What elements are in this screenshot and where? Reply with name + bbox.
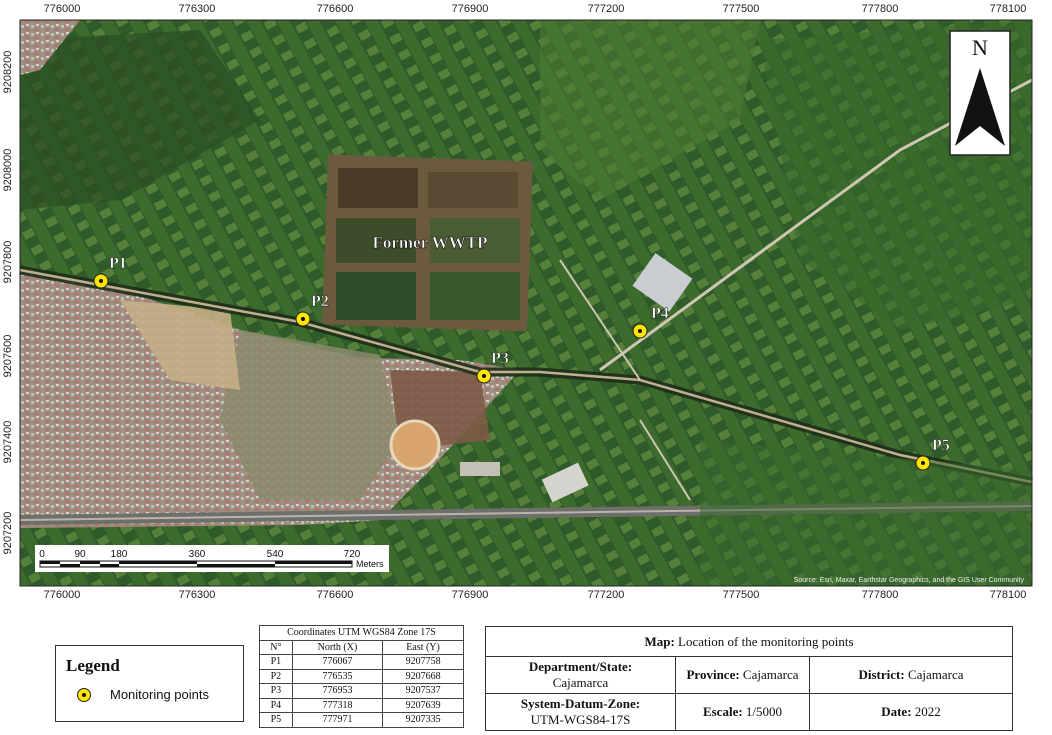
table-cell: 9207335 — [382, 712, 464, 728]
table-row: P3 776953 9207537 — [259, 683, 464, 699]
point-label: P2 — [311, 293, 329, 310]
map-frame: 776000 776300 776600 776900 777200 77750… — [0, 0, 1052, 608]
province-label: Province: — [686, 667, 740, 682]
map-title-cell: Map: Location of the monitoring points — [485, 626, 1013, 657]
scale-tick: 0 — [39, 549, 45, 560]
scale-cell: Escale: 1/5000 — [675, 693, 810, 731]
legend-item-label: Monitoring points — [110, 687, 209, 702]
legend-title: Legend — [66, 656, 120, 675]
point-label: P5 — [932, 437, 950, 454]
table-cell: 776535 — [291, 668, 384, 684]
department-label: Department/State: — [528, 659, 633, 674]
date-label: Date: — [881, 704, 912, 719]
building — [460, 462, 500, 476]
table-cell: 776067 — [291, 654, 384, 670]
column-header: N° — [259, 639, 293, 655]
scale-tick: 90 — [74, 549, 86, 560]
monitoring-point-icon — [77, 688, 91, 702]
wwtp-label: Former WWTP — [372, 233, 487, 252]
point-label: P1 — [109, 255, 127, 272]
coordinates-table-caption: Coordinates UTM WGS84 Zone 17S — [259, 625, 464, 641]
table-row: P1 776067 9207758 — [259, 654, 464, 670]
north-arrow: N — [949, 30, 1011, 156]
table-cell: 776953 — [291, 683, 384, 699]
circular-building — [389, 419, 441, 471]
date-cell: Date: 2022 — [809, 693, 1013, 731]
column-header: East (Y) — [382, 639, 464, 655]
department-cell: Department/State: Cajamarca — [485, 656, 676, 694]
scale-unit: Meters — [356, 559, 384, 569]
point-label: P3 — [491, 350, 509, 367]
table-cell: 9207639 — [382, 697, 464, 713]
scale-tick: 540 — [267, 549, 284, 560]
table-cell: 9207758 — [382, 654, 464, 670]
coordinates-table: Coordinates UTM WGS84 Zone 17S N° North … — [259, 625, 464, 728]
point-label: P4 — [651, 305, 669, 322]
column-header: North (X) — [291, 639, 384, 655]
scale-label: Escale: — [702, 704, 743, 719]
province-value: Cajamarca — [742, 667, 799, 682]
district-label: District: — [858, 667, 905, 682]
scale-tick: 180 — [111, 549, 128, 560]
table-cell: P4 — [259, 697, 293, 713]
north-label: N — [972, 35, 988, 60]
table-cell: P5 — [259, 712, 293, 728]
district-value: Cajamarca — [907, 667, 964, 682]
datum-cell: System-Datum-Zone: UTM-WGS84-17S — [485, 693, 676, 731]
datum-label: System-Datum-Zone: — [520, 696, 641, 711]
map-info-table: Map: Location of the monitoring points D… — [485, 626, 1013, 731]
scale-bar: 0 90 180 360 540 720 Meters — [35, 545, 389, 572]
table-row: P2 776535 9207668 — [259, 668, 464, 684]
datum-value: UTM-WGS84-17S — [530, 712, 631, 727]
table-row: P5 777971 9207335 — [259, 712, 464, 728]
scale-value: 1/5000 — [745, 704, 783, 719]
department-value: Cajamarca — [552, 675, 609, 690]
date-value: 2022 — [914, 704, 941, 719]
table-cell: P1 — [259, 654, 293, 670]
map-label: Map: — [644, 633, 675, 649]
table-cell: 777318 — [291, 697, 384, 713]
scale-tick: 360 — [189, 549, 206, 560]
legend: Legend Monitoring points — [55, 645, 244, 722]
table-cell: 9207537 — [382, 683, 464, 699]
map-title: Location of the monitoring points — [678, 633, 854, 649]
table-row: P4 777318 9207639 — [259, 697, 464, 713]
map-credits: Source: Esri, Maxar, Earthstar Geographi… — [794, 577, 1025, 584]
table-cell: P3 — [259, 683, 293, 699]
province-cell: Province: Cajamarca — [675, 656, 810, 694]
table-cell: 777971 — [291, 712, 384, 728]
table-cell: 9207668 — [382, 668, 464, 684]
table-cell: P2 — [259, 668, 293, 684]
district-cell: District: Cajamarca — [809, 656, 1013, 694]
satellite-map[interactable]: Former WWTP P1 P2 P3 P4 P5 N 0 90 180 36… — [0, 0, 1052, 608]
